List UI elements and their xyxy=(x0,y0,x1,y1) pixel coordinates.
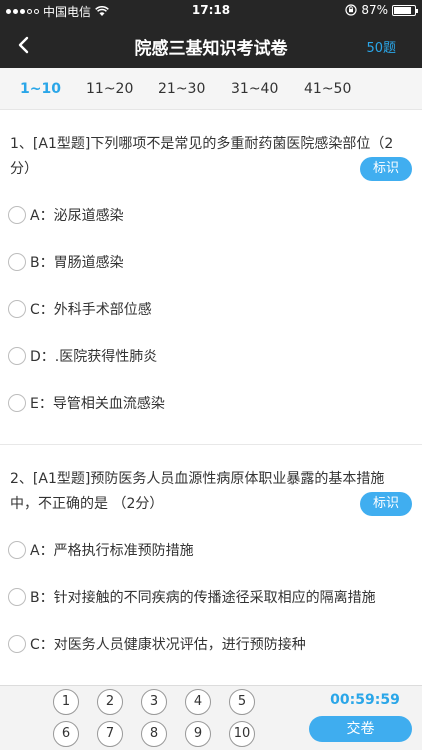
question-nav-1[interactable]: 1 xyxy=(53,689,79,715)
question-title-cont: 中，不正确的是 （2分） xyxy=(10,496,164,512)
question-count: 50题 xyxy=(366,41,396,56)
question-list: 1、[A1型题]下列哪项不是常见的多重耐药菌医院感染部位（2 分） 标识 A：泌… xyxy=(0,111,422,685)
option-e[interactable]: E：导管相关血流感染 xyxy=(8,393,165,413)
option-label: A：泌尿道感染 xyxy=(30,208,124,224)
battery-percent: 87% xyxy=(361,3,388,17)
question-nav-7[interactable]: 7 xyxy=(97,721,123,747)
option-c[interactable]: C：外科手术部位感 xyxy=(8,299,152,319)
option-a[interactable]: A：严格执行标准预防措施 xyxy=(8,540,194,560)
bottom-bar: 1 2 3 4 5 6 7 8 9 10 00:59:59 交卷 xyxy=(0,685,422,750)
radio-icon xyxy=(8,588,26,606)
status-bar: 中国电信 17:18 87% xyxy=(0,0,422,22)
radio-icon xyxy=(8,300,26,318)
radio-icon xyxy=(8,541,26,559)
radio-icon xyxy=(8,394,26,412)
radio-icon xyxy=(8,253,26,271)
option-label: D：.医院获得性肺炎 xyxy=(30,349,158,365)
option-c[interactable]: C：对医务人员健康状况评估，进行预防接种 xyxy=(8,634,306,654)
radio-icon xyxy=(8,347,26,365)
question-title-cont: 分） xyxy=(10,161,38,177)
countdown-timer: 00:59:59 xyxy=(330,692,400,708)
range-tabs: 1~10 11~20 21~30 31~40 41~50 xyxy=(0,68,422,110)
radio-icon xyxy=(8,635,26,653)
rotation-lock-icon xyxy=(345,4,357,16)
question-nav-10[interactable]: 10 xyxy=(229,721,255,747)
question-nav-5[interactable]: 5 xyxy=(229,689,255,715)
nav-bar: 院感三基知识考试卷 50题 xyxy=(0,22,422,68)
tab-31-40[interactable]: 31~40 xyxy=(231,81,278,97)
tab-21-30[interactable]: 21~30 xyxy=(158,81,205,97)
option-label: B：胃肠道感染 xyxy=(30,255,124,271)
tab-1-10[interactable]: 1~10 xyxy=(20,81,61,97)
battery-icon xyxy=(392,4,418,16)
radio-icon xyxy=(8,206,26,224)
question-title: 2、[A1型题]预防医务人员血源性病原体职业暴露的基本措施 xyxy=(10,471,385,487)
tab-11-20[interactable]: 11~20 xyxy=(86,81,133,97)
option-d[interactable]: D：.医院获得性肺炎 xyxy=(8,346,157,366)
option-label: C：对医务人员健康状况评估，进行预防接种 xyxy=(30,637,306,653)
submit-button[interactable]: 交卷 xyxy=(309,716,412,742)
page-title: 院感三基知识考试卷 xyxy=(134,39,288,59)
mark-button[interactable]: 标识 xyxy=(360,157,412,181)
option-b[interactable]: B：针对接触的不同疾病的传播途径采取相应的隔离措施 xyxy=(8,587,376,607)
option-label: C：外科手术部位感 xyxy=(30,302,152,318)
option-label: E：导管相关血流感染 xyxy=(30,396,165,412)
tab-41-50[interactable]: 41~50 xyxy=(304,81,351,97)
question-nav-8[interactable]: 8 xyxy=(141,721,167,747)
mark-button[interactable]: 标识 xyxy=(360,492,412,516)
question-nav-4[interactable]: 4 xyxy=(185,689,211,715)
option-label: A：严格执行标准预防措施 xyxy=(30,543,194,559)
option-b[interactable]: B：胃肠道感染 xyxy=(8,252,124,272)
option-label: B：针对接触的不同疾病的传播途径采取相应的隔离措施 xyxy=(30,590,376,606)
question-nav-2[interactable]: 2 xyxy=(97,689,123,715)
question-title: 1、[A1型题]下列哪项不是常见的多重耐药菌医院感染部位（2 xyxy=(10,136,394,152)
question-nav-9[interactable]: 9 xyxy=(185,721,211,747)
divider xyxy=(0,444,422,445)
question-nav-3[interactable]: 3 xyxy=(141,689,167,715)
question-nav-6[interactable]: 6 xyxy=(53,721,79,747)
option-a[interactable]: A：泌尿道感染 xyxy=(8,205,124,225)
status-right: 87% xyxy=(345,3,418,17)
